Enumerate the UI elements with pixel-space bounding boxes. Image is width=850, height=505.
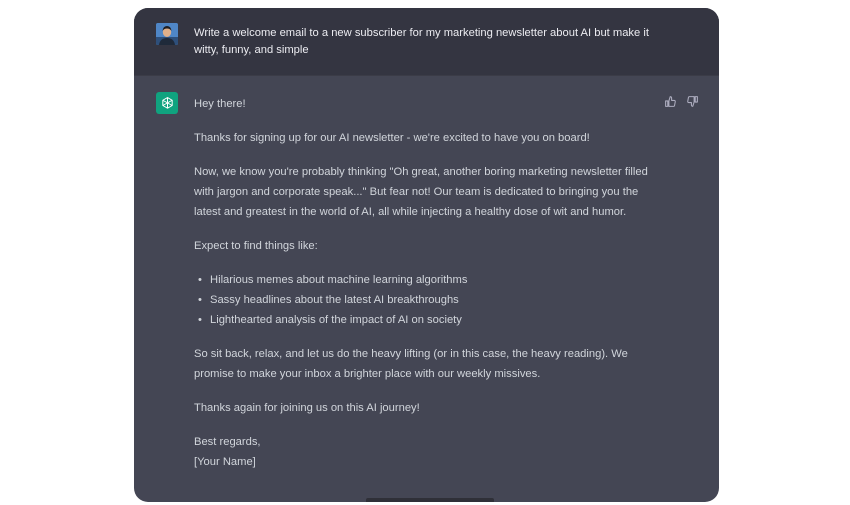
scroll-indicator[interactable] [366, 498, 494, 502]
chatgpt-logo-icon [161, 96, 173, 109]
assistant-message: Hey there! Thanks for signing up for our… [194, 94, 659, 472]
list-item-text: Lighthearted analysis of the impact of A… [210, 314, 462, 326]
thumbs-down-button[interactable] [685, 94, 699, 108]
user-avatar-photo [156, 23, 178, 45]
thumbs-up-button[interactable] [663, 94, 677, 108]
list-item: • Hilarious memes about machine learning … [198, 274, 468, 286]
chat-window: Write a welcome email to a new subscribe… [134, 8, 719, 502]
user-message-text: Write a welcome email to a new subscribe… [194, 27, 649, 56]
thumbs-up-icon [664, 95, 676, 107]
user-message-row: Write a welcome email to a new subscribe… [134, 8, 719, 76]
assistant-paragraph-4: So sit back, relax, and let us do the he… [194, 348, 628, 380]
thumbs-down-icon [686, 95, 698, 107]
assistant-signoff-block: Best regards, [Your Name] [194, 432, 659, 472]
assistant-paragraph-3: Expect to find things like: [194, 240, 318, 252]
assistant-signoff: Best regards, [194, 436, 261, 448]
assistant-paragraph-5: Thanks again for joining us on this AI j… [194, 402, 420, 414]
assistant-avatar [156, 92, 178, 114]
feedback-buttons [663, 94, 699, 108]
list-item: • Lighthearted analysis of the impact of … [198, 314, 462, 326]
assistant-greeting: Hey there! [194, 98, 246, 110]
user-avatar [156, 23, 178, 45]
list-item-text: Hilarious memes about machine learning a… [210, 274, 468, 286]
assistant-paragraph-2: Now, we know you're probably thinking "O… [194, 166, 648, 218]
list-item: • Sassy headlines about the latest AI bre… [198, 294, 459, 306]
list-item-text: Sassy headlines about the latest AI brea… [210, 294, 459, 306]
assistant-signature: [Your Name] [194, 456, 256, 468]
assistant-bullet-list: • Hilarious memes about machine learning … [194, 270, 659, 330]
assistant-paragraph-1: Thanks for signing up for our AI newslet… [194, 132, 590, 144]
